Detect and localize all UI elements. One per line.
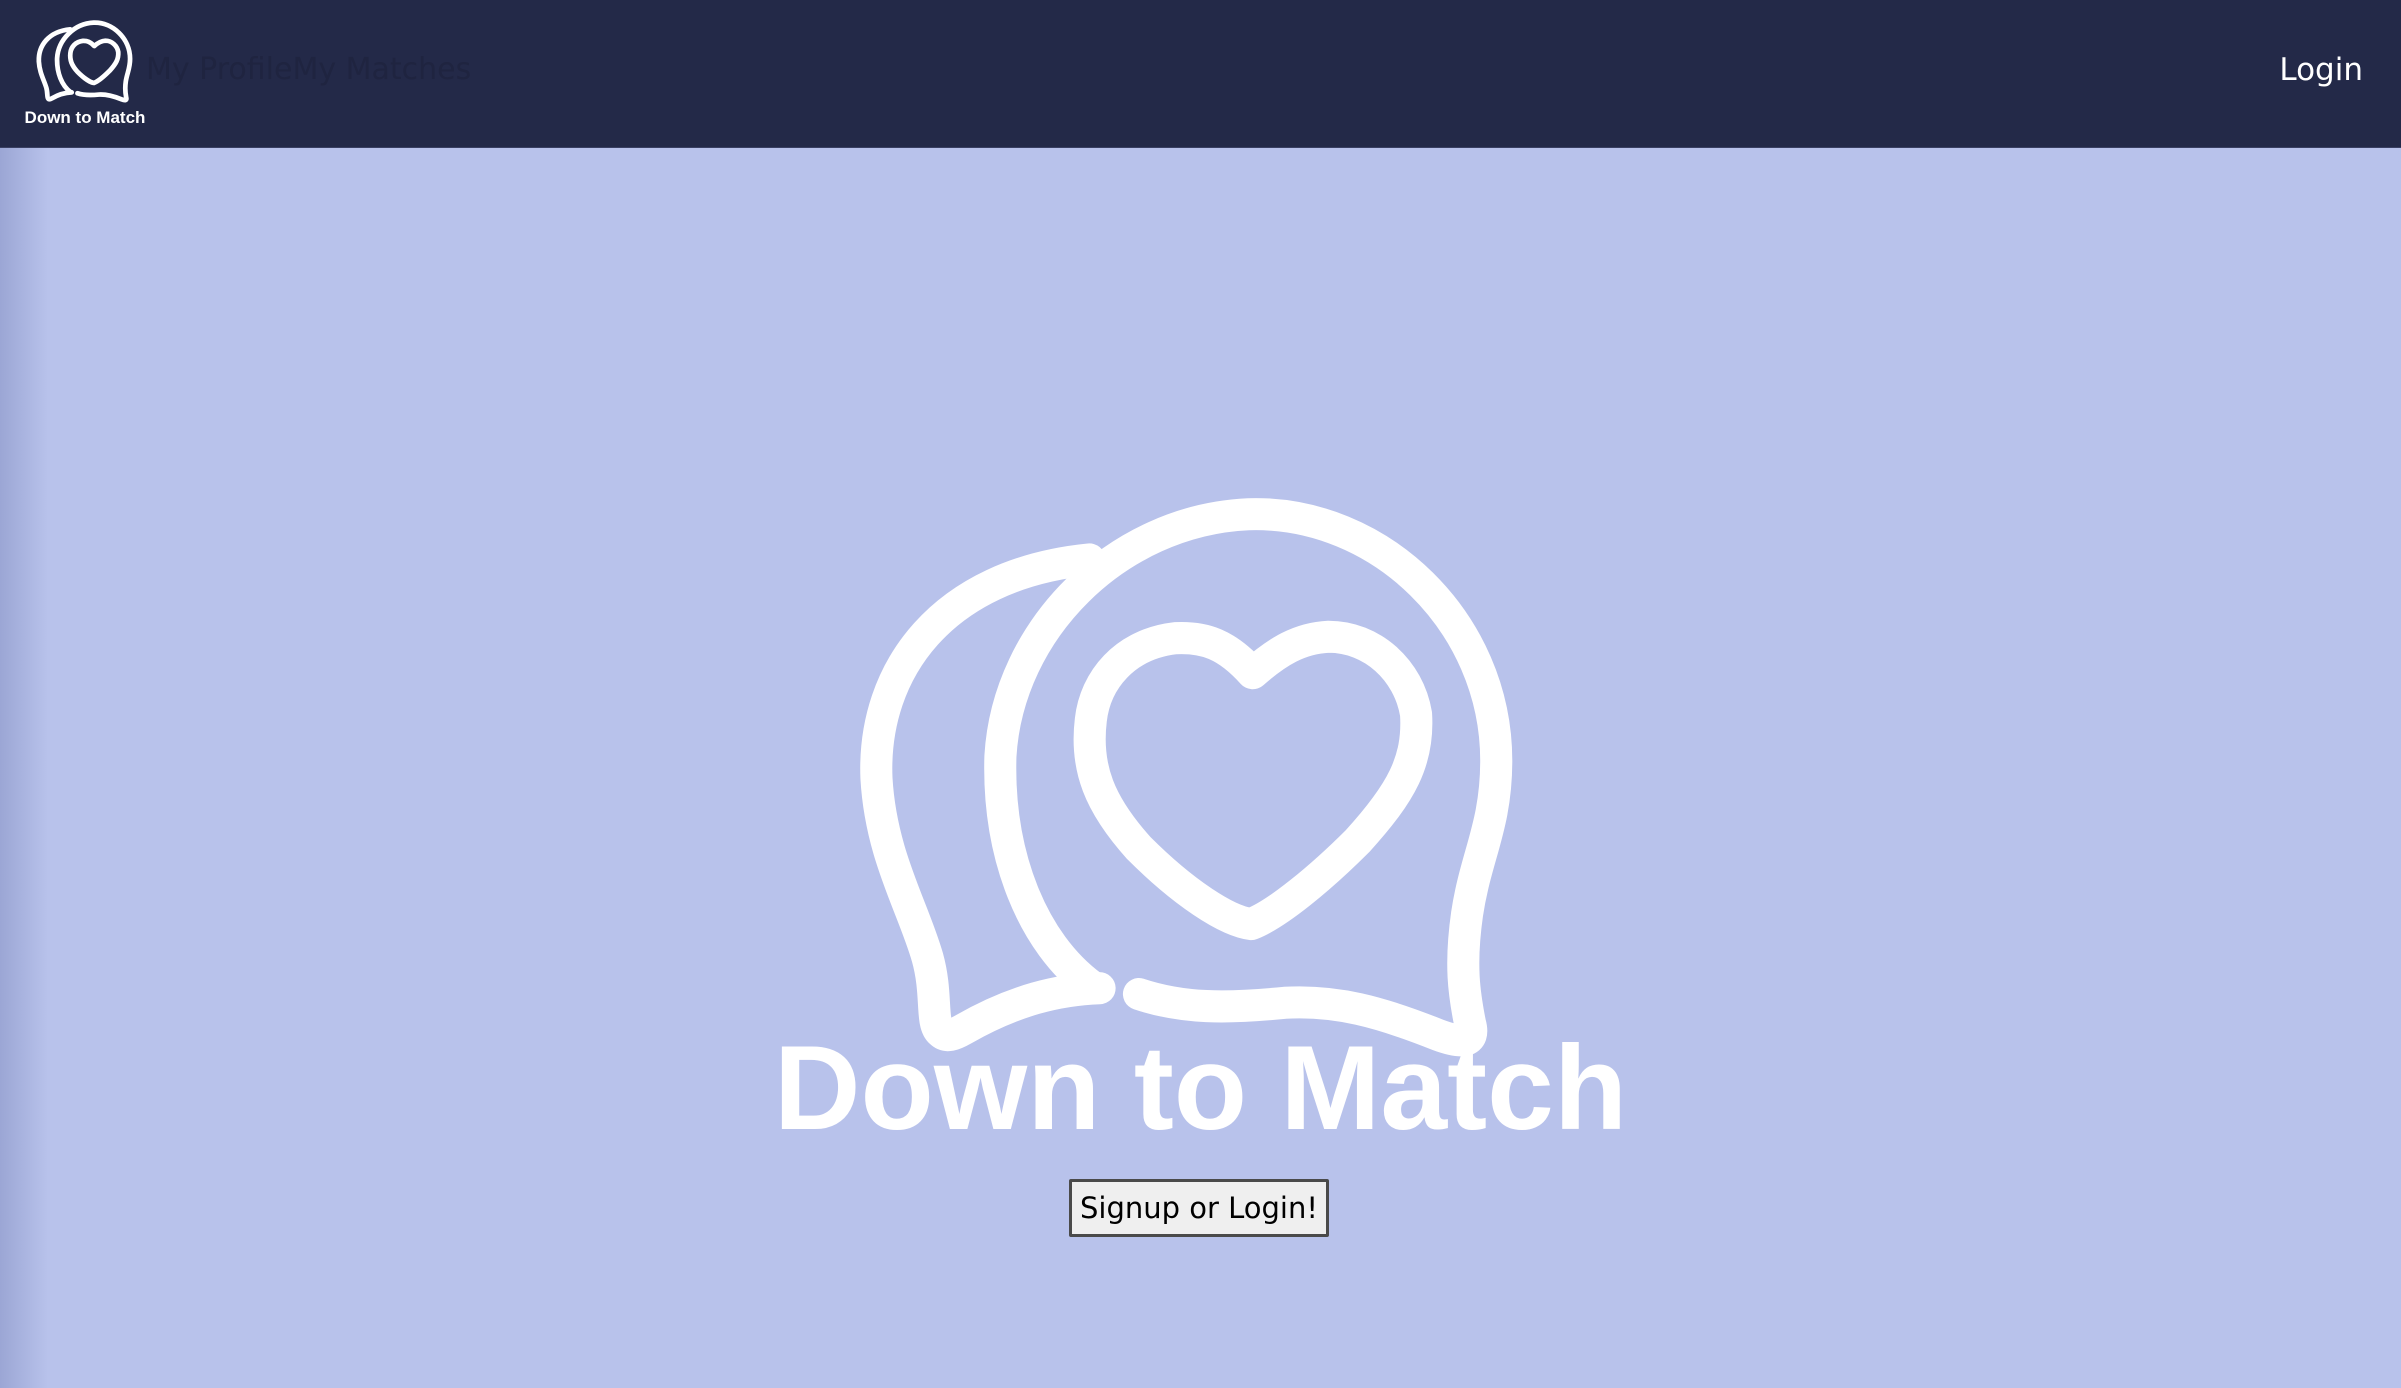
- navbar: Down to Match My Profile My Matches Logi…: [0, 0, 2401, 148]
- edge-shadow: [0, 148, 48, 1388]
- chat-bubbles-heart-icon: [36, 20, 133, 103]
- hero-title: Down to Match: [773, 1021, 1628, 1155]
- brand-home-link[interactable]: Down to Match: [22, 16, 148, 130]
- login-link[interactable]: Login: [2279, 48, 2363, 92]
- brand-name: Down to Match: [24, 108, 146, 127]
- nav-links: My Profile My Matches: [146, 48, 471, 92]
- nav-link-my-matches[interactable]: My Matches: [292, 48, 471, 92]
- hero-section: Down to Match Signup or Login!: [0, 148, 2401, 1388]
- signup-login-button[interactable]: Signup or Login!: [1069, 1179, 1329, 1237]
- nav-link-my-profile[interactable]: My Profile: [146, 48, 292, 92]
